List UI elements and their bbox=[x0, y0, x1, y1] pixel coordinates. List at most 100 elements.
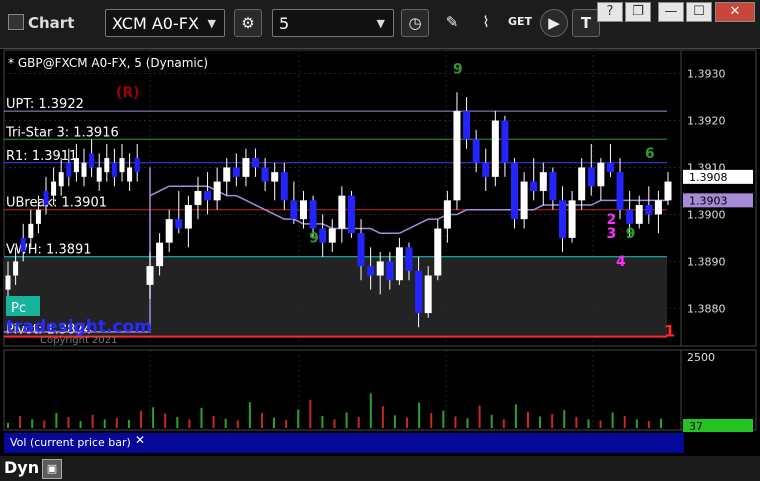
level-label: VWH: 1.3891 bbox=[6, 243, 92, 258]
candle-body bbox=[96, 167, 102, 182]
signal-marker: 1 bbox=[664, 322, 675, 341]
vwap-price-label: 1.3903 bbox=[689, 194, 728, 207]
candle-body bbox=[616, 172, 624, 210]
candle-body bbox=[635, 205, 643, 224]
candle-body bbox=[89, 153, 95, 168]
candle-body bbox=[376, 261, 384, 276]
candle-body bbox=[319, 228, 327, 243]
candle-body bbox=[405, 247, 413, 271]
candle-body bbox=[66, 162, 72, 177]
candle-body bbox=[20, 237, 26, 253]
candle-body bbox=[111, 162, 117, 177]
candle-body bbox=[664, 181, 672, 201]
candle-body bbox=[654, 200, 662, 215]
candle-body bbox=[367, 266, 375, 276]
price-chart[interactable]: 1.39301.39201.39101.39001.38901.38800504… bbox=[0, 0, 760, 481]
candle-body bbox=[271, 172, 279, 182]
candle-body bbox=[357, 233, 365, 267]
candle-body bbox=[482, 162, 490, 177]
level-label: R1: 1.3911 bbox=[6, 149, 77, 164]
candle-body bbox=[568, 200, 576, 238]
signal-marker: 3 bbox=[606, 226, 616, 242]
level-label: UPT: 1.3922 bbox=[6, 97, 84, 112]
candle-body bbox=[156, 242, 164, 267]
candle-body bbox=[104, 158, 110, 173]
candle-body bbox=[587, 167, 595, 187]
candle-body bbox=[597, 162, 605, 187]
candle-body bbox=[223, 167, 231, 182]
candle-body bbox=[5, 275, 11, 290]
candle-body bbox=[539, 172, 547, 191]
candle-body bbox=[232, 167, 240, 177]
candle-body bbox=[290, 200, 298, 220]
candle-body bbox=[338, 195, 346, 229]
candle-body bbox=[146, 266, 154, 285]
candle-body bbox=[434, 228, 442, 276]
candle-body bbox=[443, 200, 451, 229]
candle-body bbox=[213, 181, 221, 201]
signal-marker: 9 bbox=[309, 231, 319, 247]
volume-max-label: 2500 bbox=[687, 351, 715, 364]
candle-body bbox=[175, 219, 183, 229]
candle-body bbox=[165, 219, 173, 243]
y-tick-label: 1.3930 bbox=[687, 67, 726, 80]
candle-body bbox=[472, 139, 480, 163]
copyright: Copyright 2021 bbox=[40, 335, 118, 346]
candle-body bbox=[309, 200, 317, 229]
candle-body bbox=[395, 247, 403, 281]
candle-body bbox=[127, 167, 133, 182]
candle-body bbox=[242, 158, 250, 177]
candle-body bbox=[299, 200, 307, 220]
time-axis-bar bbox=[0, 456, 760, 481]
y-tick-label: 1.3900 bbox=[687, 208, 726, 221]
y-tick-label: 1.3880 bbox=[687, 302, 726, 315]
candle-body bbox=[252, 158, 260, 168]
chart-title: * GBP@FXCM A0-FX, 5 (Dynamic) bbox=[8, 56, 208, 70]
candle-body bbox=[347, 195, 355, 234]
candle-body bbox=[58, 172, 64, 187]
candle-body bbox=[204, 190, 212, 201]
candle-body bbox=[261, 167, 269, 182]
volume-pane bbox=[3, 349, 682, 431]
candle-body bbox=[626, 209, 634, 224]
signal-marker: 9 bbox=[626, 226, 636, 242]
candle-body bbox=[558, 200, 566, 238]
y-tick-label: 1.3920 bbox=[687, 114, 726, 127]
candle-body bbox=[194, 190, 202, 206]
candle-body bbox=[549, 172, 557, 201]
candle-body bbox=[43, 190, 49, 206]
volume-panel-title: Vol (current price bar) bbox=[10, 436, 131, 449]
signal-marker: 9 bbox=[453, 61, 463, 77]
watermark: tradesight.com bbox=[6, 317, 152, 337]
candle-body bbox=[73, 158, 79, 173]
candle-body bbox=[28, 223, 34, 238]
candle-body bbox=[134, 158, 140, 173]
volume-current-label: 37 bbox=[689, 420, 703, 433]
candle-body bbox=[606, 162, 614, 173]
candle-body bbox=[184, 205, 192, 229]
candle-body bbox=[501, 120, 509, 163]
close-icon[interactable]: ✕ bbox=[133, 433, 147, 447]
candle-body bbox=[520, 181, 528, 220]
signal-marker: 6 bbox=[645, 146, 655, 162]
candle-body bbox=[119, 158, 125, 173]
candle-body bbox=[328, 228, 336, 243]
candle-body bbox=[453, 111, 461, 201]
candle-body bbox=[280, 172, 288, 201]
candle-body bbox=[511, 162, 519, 220]
candle-body bbox=[35, 209, 41, 224]
level-label: Tri-Star 3: 1.3916 bbox=[5, 125, 119, 140]
signal-marker: (R) bbox=[116, 85, 140, 101]
level-label: UBreak: 1.3901 bbox=[6, 196, 107, 211]
candle-body bbox=[415, 270, 423, 314]
y-tick-label: 1.3890 bbox=[687, 255, 726, 268]
candle-body bbox=[463, 111, 471, 140]
candle-body bbox=[81, 162, 87, 177]
candle-body bbox=[386, 261, 394, 281]
candle-body bbox=[578, 167, 586, 201]
dynamic-mode-icon[interactable]: ▣ bbox=[42, 459, 62, 479]
candle-body bbox=[530, 181, 538, 191]
candle-body bbox=[13, 261, 19, 276]
candle-body bbox=[51, 181, 57, 196]
dynamic-mode-label[interactable]: Dyn bbox=[4, 458, 39, 477]
